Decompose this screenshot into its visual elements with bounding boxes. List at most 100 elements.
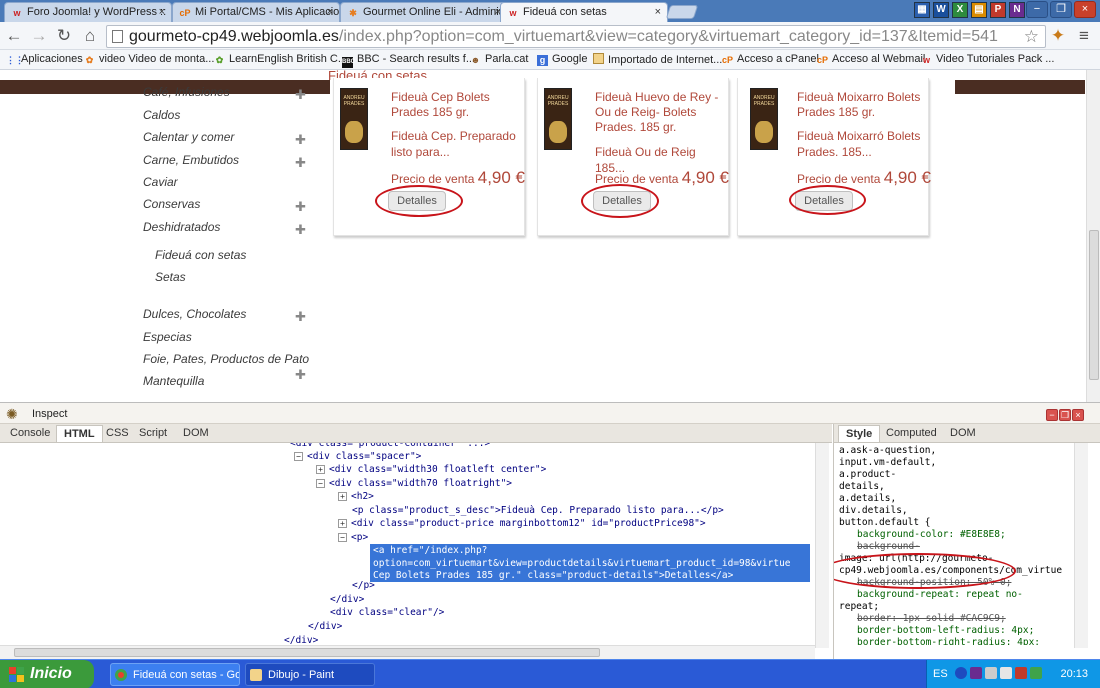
tab-mi-portal[interactable]: cP Mi Portal/CMS - Mis Aplicacio ×	[172, 2, 340, 22]
category-item[interactable]: Caldos	[143, 108, 180, 122]
bookmark-cpanel[interactable]: cP Acceso a cPanel	[722, 53, 819, 66]
product-name[interactable]: Fideuà Huevo de Rey - Ou de Reig- Bolets…	[595, 90, 723, 135]
close-icon[interactable]: ×	[327, 6, 333, 18]
category-item[interactable]: Mantequilla	[143, 374, 204, 388]
collapse-twisty-icon[interactable]: −	[316, 479, 325, 488]
bookmark-bbc[interactable]: BBC BBC - Search results f...	[342, 53, 475, 68]
update-icon[interactable]	[1030, 667, 1042, 679]
html-node-line[interactable]: <div class="product-container" ...>	[290, 443, 490, 450]
html-node-line[interactable]: <p class="product_s_desc">Fideuà Cep. Pr…	[352, 504, 724, 517]
taskbar-paint-window[interactable]: Dibujo - Paint	[245, 663, 375, 686]
bluetooth-icon[interactable]	[955, 667, 967, 679]
css-property-line[interactable]: border-bottom-left-radius: 4px;	[857, 625, 1034, 637]
css-property-line[interactable]: border: 1px solid #CAC9C9;	[857, 613, 1006, 625]
collapse-twisty-icon[interactable]: −	[338, 533, 347, 542]
css-property-line[interactable]: background-	[857, 541, 920, 553]
reload-icon[interactable]: ↻	[54, 26, 74, 46]
tab-style[interactable]: Style	[838, 425, 881, 442]
app-tray-icon[interactable]	[970, 667, 982, 679]
expand-plus-icon[interactable]: ✚	[295, 155, 306, 171]
bookmark-learnenglish[interactable]: ✿ LearnEnglish British C...	[214, 53, 347, 66]
tab-foro-joomla[interactable]: w Foro Joomla! y WordPress :: ×	[4, 2, 172, 22]
star-icon[interactable]: ☆	[1024, 26, 1039, 47]
style-vertical-scrollbar[interactable]	[1074, 443, 1088, 648]
tab-dom[interactable]: DOM	[183, 427, 209, 439]
selected-node[interactable]: <a href="/index.php? option=com_virtuema…	[370, 544, 810, 582]
html-node-line[interactable]: + <div class="width30 floatleft center">	[316, 463, 546, 476]
category-item[interactable]: Carne, Embutidos	[143, 153, 239, 167]
menu-icon[interactable]: ≡	[1074, 26, 1094, 46]
category-item[interactable]: Café, Infusiones	[143, 85, 230, 99]
close-icon[interactable]: ×	[159, 6, 165, 18]
expand-plus-icon[interactable]: ✚	[295, 199, 306, 215]
expand-twisty-icon[interactable]: +	[338, 519, 347, 528]
expand-plus-icon[interactable]: ✚	[295, 367, 306, 383]
volume-icon[interactable]	[1000, 667, 1012, 679]
paint-icon[interactable]: ▤	[971, 2, 987, 18]
css-property-line[interactable]: background-color: #E8E8E8;	[857, 529, 1006, 541]
minimize-icon[interactable]: −	[1026, 1, 1048, 18]
category-item[interactable]: Dulces, Chocolates	[143, 307, 246, 321]
css-property-line[interactable]: border-bottom-right-radius: 4px;	[857, 637, 1040, 645]
security-icon[interactable]	[1015, 667, 1027, 679]
restore-icon[interactable]: ❐	[1050, 1, 1072, 18]
product-name[interactable]: Fideuà Cep Bolets Prades 185 gr.	[391, 90, 519, 120]
tab-console[interactable]: Console	[10, 427, 50, 439]
firebug-bug-icon[interactable]: ✺	[6, 406, 18, 423]
back-arrow-icon[interactable]: ←	[4, 26, 24, 46]
close-icon[interactable]: ×	[1072, 409, 1084, 421]
home-icon[interactable]: ⌂	[80, 26, 100, 46]
minimize-icon[interactable]: −	[1046, 409, 1058, 421]
tab-css[interactable]: CSS	[106, 427, 129, 439]
expand-twisty-icon[interactable]: +	[338, 492, 347, 501]
new-tab-button[interactable]	[665, 5, 699, 19]
forward-arrow-icon[interactable]: →	[29, 26, 49, 46]
bookmark-google[interactable]: g Google	[537, 53, 587, 66]
app-icon[interactable]: ▦	[914, 2, 930, 18]
subcategory-item[interactable]: Setas	[155, 270, 186, 284]
collapse-twisty-icon[interactable]: −	[294, 452, 303, 461]
category-item[interactable]: Especias	[143, 330, 192, 344]
page-scrollbar[interactable]	[1086, 70, 1100, 402]
network-icon[interactable]	[985, 667, 997, 679]
bookmark-webmail[interactable]: cP Acceso al Webmail	[817, 53, 925, 66]
tab-fideua-con-setas[interactable]: w Fideuá con setas ×	[500, 2, 668, 23]
address-bar[interactable]: gourmeto-cp49.webjoomla.es/index.php?opt…	[106, 25, 1046, 48]
product-image[interactable]: ANDREU PRADES	[544, 88, 572, 150]
html-node-line[interactable]: + <h2>	[338, 490, 374, 503]
html-node-line[interactable]: − <div class="spacer">	[294, 450, 421, 463]
inspect-button[interactable]: Inspect	[32, 408, 67, 420]
html-node-line[interactable]: </div>	[308, 620, 342, 633]
bookmark-aplicaciones[interactable]: ⋮⋮Aplicaciones	[6, 53, 83, 66]
bookmark-importado[interactable]: Importado de Internet...	[593, 53, 722, 66]
expand-plus-icon[interactable]: ✚	[295, 87, 306, 103]
product-name[interactable]: Fideuà Moixarro Bolets Prades 185 gr.	[797, 90, 925, 120]
html-node-line[interactable]: − <p>	[338, 531, 368, 544]
html-horizontal-scrollbar[interactable]	[0, 645, 815, 659]
bookmark-parla[interactable]: ☻ Parla.cat	[470, 53, 529, 66]
start-button[interactable]: Inicio	[0, 660, 94, 688]
close-icon[interactable]: ×	[655, 6, 661, 18]
close-window-icon[interactable]: ×	[1074, 1, 1096, 18]
css-property-line[interactable]: background-repeat: repeat no-	[857, 589, 1023, 601]
expand-plus-icon[interactable]: ✚	[295, 222, 306, 238]
restore-icon[interactable]: ❐	[1059, 409, 1071, 421]
taskbar-chrome-window[interactable]: Fideuá con setas - Go...	[110, 663, 240, 686]
html-node-line[interactable]: − <div class="width70 floatright">	[316, 477, 512, 490]
html-vertical-scrollbar[interactable]	[815, 443, 829, 648]
category-item[interactable]: Calentar y comer	[143, 130, 234, 144]
excel-icon[interactable]: X	[952, 2, 968, 18]
product-image[interactable]: ANDREU PRADES	[750, 88, 778, 150]
html-node-line[interactable]: </div>	[330, 593, 364, 606]
category-item[interactable]: Deshidratados	[143, 220, 220, 234]
language-indicator[interactable]: ES	[933, 668, 948, 680]
powerpoint-icon[interactable]: P	[990, 2, 1006, 18]
expand-plus-icon[interactable]: ✚	[295, 309, 306, 325]
subcategory-item[interactable]: Fideuá con setas	[155, 248, 246, 262]
onenote-icon[interactable]: N	[1009, 2, 1025, 18]
expand-twisty-icon[interactable]: +	[316, 465, 325, 474]
tab-computed[interactable]: Computed	[886, 427, 937, 439]
html-node-line[interactable]: <div class="clear"/>	[330, 606, 444, 619]
category-item[interactable]: Conservas	[143, 197, 200, 211]
tab-script[interactable]: Script	[139, 427, 167, 439]
